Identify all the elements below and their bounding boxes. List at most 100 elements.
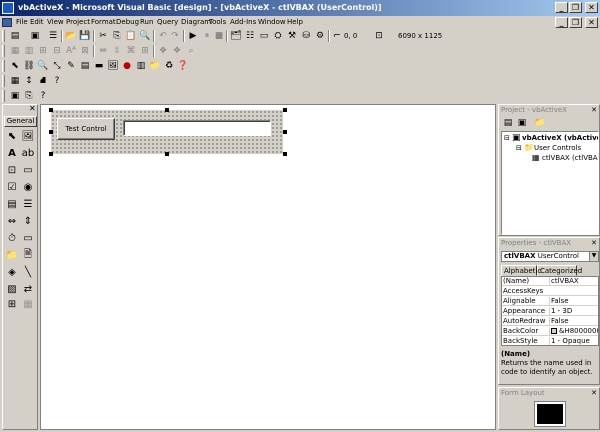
vscrollbar-icon[interactable]: ⇕	[21, 215, 35, 227]
menu-format[interactable]: Format	[91, 18, 116, 26]
hscrollbar-icon[interactable]: ⇔	[5, 215, 19, 227]
menu-edit[interactable]: Edit	[30, 18, 44, 26]
tree-expander-icon[interactable]: ⊟	[516, 144, 522, 152]
make-same-size-icon[interactable]: ⊠	[78, 45, 92, 57]
dirlistbox-icon[interactable]: 📁	[5, 249, 19, 261]
object-dropdown[interactable]: ctlVBAX UserControl ▼	[501, 251, 599, 262]
calendar-icon[interactable]: ▣	[8, 90, 22, 102]
toolbar-grip[interactable]	[2, 90, 5, 102]
property-row[interactable]: BackStyle 1 - Opaque	[502, 337, 598, 345]
add-form-icon[interactable]: ▣	[28, 30, 42, 42]
timer-icon[interactable]: ⏱	[5, 232, 19, 244]
resize-handle[interactable]	[49, 130, 53, 134]
menu-window[interactable]: Window	[258, 18, 286, 26]
resize-handle[interactable]	[49, 152, 53, 156]
horizontal-spacing-icon[interactable]: ⇹	[96, 45, 110, 57]
form-layout-icon[interactable]: ▭	[257, 30, 271, 42]
menu-help[interactable]: Help	[287, 18, 303, 26]
watch-icon[interactable]: ⎘	[22, 90, 36, 102]
send-to-back-icon[interactable]: ▥	[22, 45, 36, 57]
menu-tools[interactable]: Tools	[209, 18, 226, 26]
find-icon[interactable]: 🔍	[138, 30, 152, 42]
menu-editor-icon[interactable]: ☰	[46, 30, 60, 42]
form-layout-close-icon[interactable]: ✕	[591, 388, 597, 398]
picture-icon[interactable]: 🖼	[106, 60, 120, 72]
property-value[interactable]: 1 - Opaque	[549, 337, 598, 345]
test-control-button[interactable]: Test Control	[57, 118, 115, 140]
property-row[interactable]: AccessKeys	[502, 287, 598, 296]
menu-view[interactable]: View	[47, 18, 64, 26]
resize-icon[interactable]: ⤡	[50, 60, 64, 72]
toolbar-grip[interactable]	[2, 60, 5, 72]
toolbox-close-icon[interactable]: ✕	[29, 104, 36, 113]
copy-icon[interactable]: ⎘	[110, 30, 124, 42]
cut-icon[interactable]: ✂	[96, 30, 110, 42]
resize-handle[interactable]	[283, 130, 287, 134]
filelistbox-icon[interactable]: 🗎	[21, 249, 35, 261]
add-project-icon[interactable]: ▤	[8, 30, 22, 42]
help-icon[interactable]: ❓	[176, 60, 190, 72]
tree-tool-icon[interactable]: ⛘	[36, 75, 50, 87]
query-help-icon[interactable]: ?	[50, 75, 64, 87]
redo-icon[interactable]: ↷	[168, 30, 182, 42]
menu-diagram[interactable]: Diagram	[181, 18, 211, 26]
shape-icon[interactable]: ◈	[5, 266, 19, 278]
data-icon[interactable]: ⇄	[21, 283, 35, 295]
project-close-icon[interactable]: ✕	[591, 105, 597, 115]
property-value[interactable]: ctlVBAX	[549, 277, 598, 285]
resize-handle[interactable]	[49, 108, 53, 112]
drivelistbox-icon[interactable]: ▭	[21, 232, 35, 244]
menu-debug[interactable]: Debug	[116, 18, 139, 26]
label-icon[interactable]: A	[5, 147, 19, 159]
combobox-icon[interactable]: ▤	[5, 198, 19, 210]
property-row[interactable]: Appearance 1 - 3D	[502, 307, 598, 316]
doc-close-button[interactable]: ✕	[585, 17, 598, 28]
chart-icon[interactable]: ▥	[134, 60, 148, 72]
group-icon[interactable]: ❖	[156, 45, 170, 57]
commandbutton-icon[interactable]: ▭	[21, 164, 35, 176]
start-icon[interactable]: ▶	[186, 30, 200, 42]
tree-item-ctlvbax[interactable]: ctlVBAX (ctlVBAX.ctl)	[542, 154, 598, 162]
view-code-icon[interactable]: ✎	[64, 60, 78, 72]
object-browser-icon[interactable]: ⛭	[271, 30, 285, 42]
usercontrol-canvas[interactable]: Test Control	[51, 110, 283, 154]
property-row[interactable]: BackColor &H8000000	[502, 327, 598, 336]
paste-icon[interactable]: 📋	[124, 30, 138, 42]
menu-file[interactable]: File	[16, 18, 28, 26]
align-icon[interactable]: ⊞	[36, 45, 50, 57]
image-icon[interactable]: ▨	[5, 283, 19, 295]
bring-to-front-icon[interactable]: ▦	[8, 45, 22, 57]
tab-alphabetic[interactable]: Alphabetic	[501, 265, 541, 276]
open-icon[interactable]: 📂	[64, 30, 78, 42]
toolbar-grip[interactable]	[2, 45, 5, 57]
ungroup-icon[interactable]: ❖	[170, 45, 184, 57]
zoom-icon[interactable]: ⌕	[184, 45, 198, 57]
stop-record-icon[interactable]: ●	[120, 60, 134, 72]
doc-restore-button[interactable]: ❐	[569, 17, 582, 28]
end-icon[interactable]: ■	[212, 30, 226, 42]
vertical-spacing-icon[interactable]: ⇳	[110, 45, 124, 57]
data-link-icon[interactable]: ⛓	[22, 60, 36, 72]
monitor-preview[interactable]	[534, 401, 566, 427]
menu-add-ins[interactable]: Add-Ins	[230, 18, 256, 26]
save-icon[interactable]: 💾	[78, 30, 92, 42]
lock-controls-icon[interactable]: ⌘	[124, 45, 138, 57]
restore-button[interactable]: ❐	[569, 2, 582, 13]
menu-run[interactable]: Run	[140, 18, 153, 26]
tree-expander-icon[interactable]: ⊟	[504, 134, 510, 142]
property-value[interactable]: False	[549, 297, 598, 305]
picturebox-icon[interactable]: 🖼	[21, 130, 35, 142]
record-icon[interactable]: ▬	[92, 60, 106, 72]
center-icon[interactable]: ⊟	[50, 45, 64, 57]
document-icon[interactable]	[2, 18, 12, 27]
doc-minimize-button[interactable]: _	[555, 17, 568, 28]
grid-tool-icon[interactable]: ▦	[8, 75, 22, 87]
folder-icon[interactable]: 📁	[148, 60, 162, 72]
pointer-icon[interactable]: ⬉	[5, 130, 19, 142]
grid-icon[interactable]: ⊞	[138, 45, 152, 57]
tree-folder-user-controls[interactable]: User Controls	[534, 144, 581, 152]
property-row[interactable]: AutoRedraw False	[502, 317, 598, 326]
textbox-icon[interactable]: ab	[21, 147, 35, 159]
property-value[interactable]: False	[549, 317, 598, 325]
resize-handle[interactable]	[165, 152, 169, 156]
